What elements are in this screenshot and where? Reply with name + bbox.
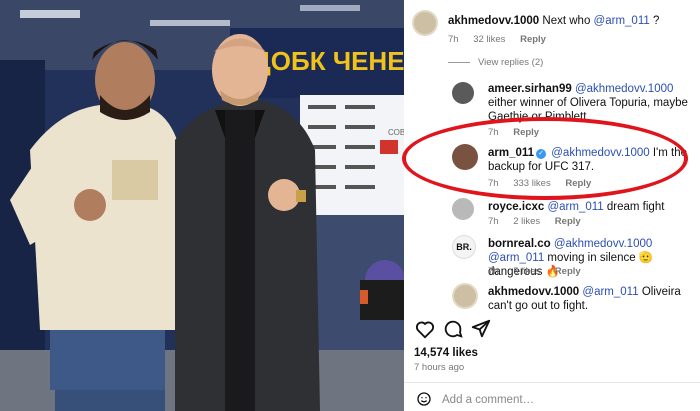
divider [404, 382, 700, 383]
add-comment-row [412, 389, 696, 411]
comment-likes[interactable]: 5 likes [513, 266, 540, 277]
photo-illustration: ЗДОБК ЧЕНЕД СОВ [0, 0, 404, 411]
comment-meta: 7h 333 likes Reply [488, 178, 603, 189]
post-like-count[interactable]: 14,574 likes [414, 347, 478, 359]
avatar[interactable] [452, 283, 478, 309]
comment-meta: 7h 32 likes Reply [448, 34, 558, 45]
comment-likes[interactable]: 32 likes [473, 34, 505, 45]
mention-link[interactable]: @arm_011 [488, 252, 544, 264]
add-comment-input[interactable] [442, 392, 692, 408]
avatar[interactable] [452, 144, 478, 170]
reply-button[interactable]: Reply [555, 266, 581, 277]
comment-meta: 7h 5 likes Reply [488, 266, 593, 277]
avatar[interactable] [452, 82, 474, 104]
emoji-icon[interactable] [416, 391, 432, 407]
comments-panel: akhmedovv.1000 Next who @arm_011 ? 7h 32… [404, 0, 700, 411]
comment-age: 7h [448, 34, 459, 45]
comment-likes[interactable]: 333 likes [513, 178, 551, 189]
comment-item: akhmedovv.1000 Next who @arm_011 ? 7h 32… [412, 8, 696, 48]
divider-line [448, 61, 470, 63]
comment-text: royce.icxc @arm_011 dream fight [488, 200, 700, 214]
view-replies-button[interactable]: View replies (2) [448, 57, 543, 68]
view-replies-label: View replies (2) [478, 57, 544, 68]
username[interactable]: royce.icxc [488, 201, 544, 213]
avatar[interactable] [412, 10, 438, 36]
comment-meta: 7h 2 likes Reply [488, 216, 593, 227]
avatar[interactable]: BR. [452, 235, 476, 259]
comment-body: ? [649, 15, 660, 27]
comment-meta: 7h Reply [488, 127, 551, 138]
username[interactable]: arm_011 [488, 147, 534, 159]
comment-item: arm_011 ✓ @akhmedovv.1000 I'm the backup … [412, 142, 696, 190]
reply-button[interactable]: Reply [513, 127, 539, 138]
reply-button[interactable]: Reply [520, 34, 546, 45]
comment-text: ameer.sirhan99 @akhmedovv.1000 either wi… [488, 82, 694, 124]
mention-link[interactable]: @akhmedovv.1000 [551, 147, 649, 159]
side-text: СОВ [388, 128, 404, 137]
mention-link[interactable]: @arm_011 [547, 201, 603, 213]
comment-age: 7h [488, 266, 499, 277]
username[interactable]: akhmedovv.1000 [488, 286, 579, 298]
comment-item: BR. bornreal.co @akhmedovv.1000 @arm_011… [412, 235, 696, 279]
post-timestamp: 7 hours ago [414, 362, 465, 373]
comment-item: ameer.sirhan99 @akhmedovv.1000 either wi… [412, 80, 696, 138]
comment-item: royce.icxc @arm_011 dream fight 7h 2 lik… [412, 198, 696, 232]
username[interactable]: bornreal.co [488, 238, 551, 250]
reply-button[interactable]: Reply [555, 216, 581, 227]
username[interactable]: akhmedovv.1000 [448, 15, 539, 27]
comment-text: arm_011 ✓ @akhmedovv.1000 I'm the backup … [488, 146, 700, 174]
comment-likes[interactable]: 2 likes [513, 216, 540, 227]
share-icon[interactable] [470, 318, 492, 340]
verified-badge-icon: ✓ [536, 149, 547, 159]
comment-icon[interactable] [442, 318, 464, 340]
comment-text: akhmedovv.1000 Next who @arm_011 ? [448, 14, 698, 28]
comment-text: akhmedovv.1000 @arm_011 Oliveira can't g… [488, 285, 700, 313]
heart-icon[interactable] [414, 318, 436, 340]
comment-age: 7h [488, 216, 499, 227]
mention-link[interactable]: @arm_011 [582, 286, 638, 298]
post-photo: ЗДОБК ЧЕНЕД СОВ [0, 0, 404, 411]
avatar-text: BR. [456, 242, 472, 252]
comment-body: Next who [542, 15, 594, 27]
comment-body: either winner of Olivera Topuria, maybe … [488, 97, 688, 123]
comment-body: dream fight [603, 201, 665, 213]
comment-age: 7h [488, 178, 499, 189]
mention-link[interactable]: @akhmedovv.1000 [554, 238, 652, 250]
mention-link[interactable]: @akhmedovv.1000 [575, 83, 673, 95]
mention-link[interactable]: @arm_011 [594, 15, 650, 27]
avatar[interactable] [452, 198, 474, 220]
comment-age: 7h [488, 127, 499, 138]
comment-item: akhmedovv.1000 @arm_011 Oliveira can't g… [412, 281, 696, 313]
reply-button[interactable]: Reply [565, 178, 591, 189]
username[interactable]: ameer.sirhan99 [488, 83, 572, 95]
